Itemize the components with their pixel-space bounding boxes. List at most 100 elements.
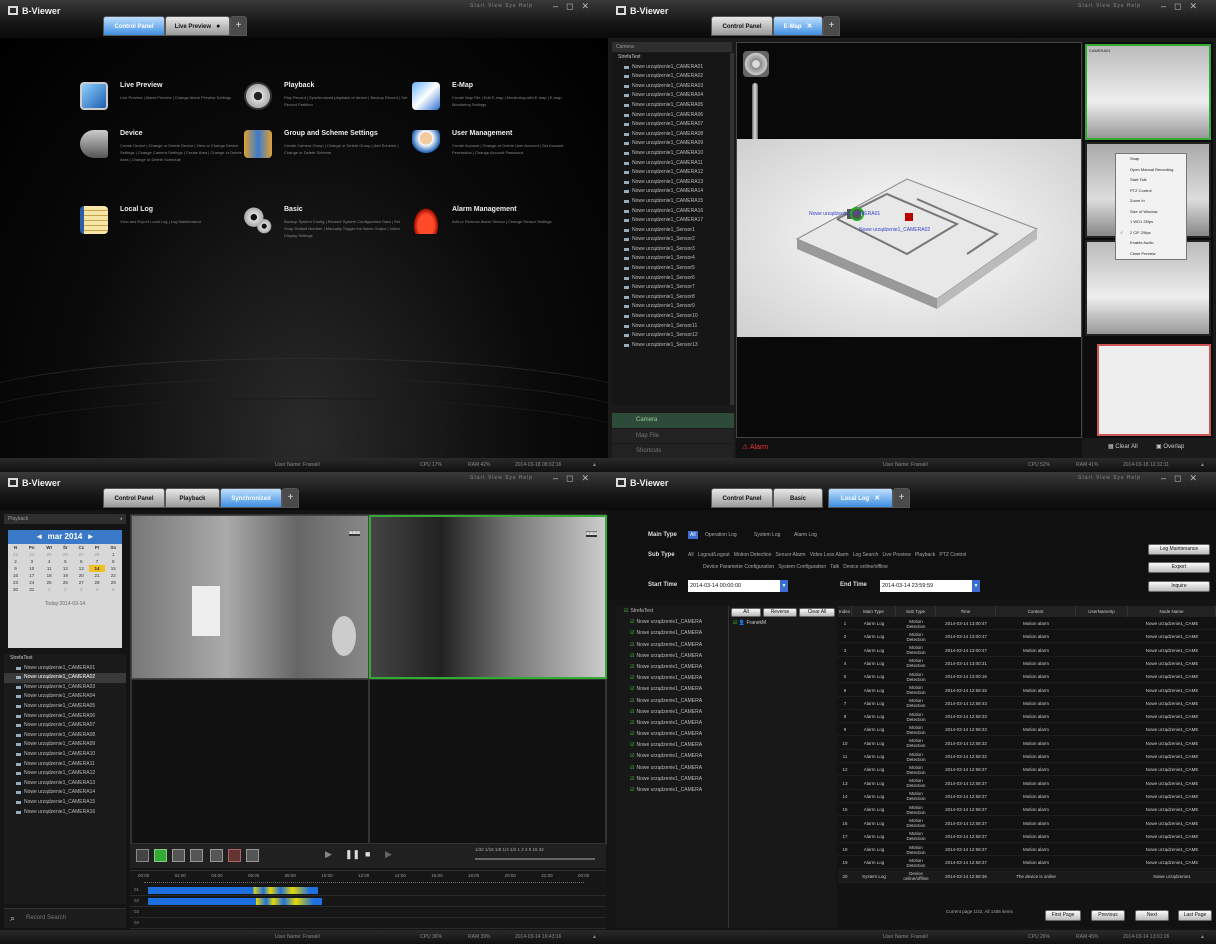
menu-bar[interactable]: Start View Sys Help <box>1078 3 1141 9</box>
record-search[interactable]: ⌕ Record Search <box>4 908 126 928</box>
pause-icon[interactable]: ❚❚ <box>345 849 360 860</box>
tree-sensor-item[interactable]: Nowe urządzenie1_Sensor5 <box>612 264 730 274</box>
video-pane[interactable] <box>369 679 607 845</box>
table-column-header[interactable]: Sub Type <box>896 606 936 617</box>
tree-sensor-item[interactable]: Nowe urządzenie1_Sensor8 <box>612 293 730 303</box>
layout-1-button[interactable] <box>136 849 149 862</box>
tree-camera-item[interactable]: Nowe urządzenie1_CAMERA16 <box>4 808 126 818</box>
tree-camera-item[interactable]: Nowe urządzenie1_CAMERA <box>616 651 728 662</box>
calendar-day[interactable]: 23 <box>8 579 23 586</box>
window-controls[interactable]: – ◻ ✕ <box>1153 1 1197 12</box>
calendar-day[interactable]: 5 <box>58 558 73 565</box>
tree-camera-item[interactable]: Nowe urządzenie1_CAMERA <box>616 718 728 729</box>
close-icon[interactable]: ✕ <box>874 495 880 502</box>
table-row[interactable]: 18 Alarm Log Motion Detection 2014-03-14 12… <box>838 843 1216 857</box>
calendar-day[interactable]: 14 <box>89 565 105 572</box>
calendar-day[interactable]: 15 <box>105 565 122 572</box>
table-row[interactable]: 15 Alarm Log Motion Detection 2014-03-14 12… <box>838 803 1216 817</box>
context-menu-item[interactable]: Start Talk <box>1116 175 1186 186</box>
clear-all-button[interactable]: ▦ Clear All <box>1108 443 1138 450</box>
previous-button[interactable]: Previous <box>1091 910 1125 921</box>
calendar-day[interactable]: 26 <box>58 579 73 586</box>
calendar-day[interactable]: 5 <box>105 586 122 593</box>
tree-camera-item[interactable]: Nowe urządzenie1_CAMERA <box>616 729 728 740</box>
tree-camera-item[interactable]: Nowe urządzenie1_CAMERA05 <box>612 101 730 111</box>
tab-control-panel[interactable]: Control Panel <box>711 488 773 508</box>
context-menu-item[interactable]: Close Preview <box>1116 249 1186 260</box>
calendar-day[interactable]: 1 <box>40 586 57 593</box>
expand-icon[interactable]: ▲ <box>592 458 597 472</box>
tree-camera-item[interactable]: Nowe urządzenie1_CAMERA <box>616 740 728 751</box>
calendar-day[interactable]: 26 <box>58 551 73 558</box>
add-tab-button[interactable]: + <box>893 488 910 508</box>
table-row[interactable]: 11 Alarm Log Motion Detection 2014-03-14 12… <box>838 750 1216 763</box>
table-column-header[interactable]: Node Name <box>1128 606 1216 617</box>
table-row[interactable]: 7 Alarm Log Motion Detection 2014-03-14 12:… <box>838 697 1216 710</box>
calendar-day[interactable]: 3 <box>23 558 40 565</box>
tree-sensor-item[interactable]: Nowe urządzenie1_Sensor2 <box>612 235 730 245</box>
calendar-day[interactable]: 24 <box>23 579 40 586</box>
tree-camera-item[interactable]: Nowe urządzenie1_CAMERA08 <box>4 731 126 741</box>
main-type-operation[interactable]: Operation Log <box>705 532 737 538</box>
tree-camera-item[interactable]: Nowe urządzenie1_CAMERA02 <box>612 72 730 82</box>
calendar-day[interactable]: 23 <box>8 551 23 558</box>
calendar-day[interactable]: 4 <box>89 586 104 593</box>
calendar-grid[interactable]: N Pn Wt Śr Cz Pt So 23 24 25 26 27 28 1 2 3 4 5 6 7 8 9 10 11 12… <box>8 544 122 593</box>
close-icon[interactable]: ● <box>216 23 220 30</box>
tab-control-panel[interactable]: Control Panel <box>711 16 773 36</box>
tree-sensor-item[interactable]: Nowe urządzenie1_Sensor12 <box>612 331 730 341</box>
tree-camera-item[interactable]: Nowe urządzenie1_CAMERA05 <box>4 702 126 712</box>
fullscreen-button[interactable] <box>210 849 223 862</box>
tab-live-preview[interactable]: Live Preview ● <box>165 16 230 36</box>
window-controls[interactable]: – ◻ ✕ <box>1153 473 1197 484</box>
side-tab-shortcuts[interactable]: Shortcuts <box>612 444 734 458</box>
sub-type-options[interactable]: All Logout/Logout Motion Detection Senso… <box>688 552 966 558</box>
calendar-day[interactable]: 31 <box>23 586 40 593</box>
map-viewport[interactable]: Nowe urządzenie1_CAMERA01 Nowe urządzeni… <box>736 42 1082 438</box>
tree-camera-item[interactable]: Nowe urządzenie1_CAMERA11 <box>612 159 730 169</box>
next-month-button[interactable]: ► <box>87 532 95 541</box>
table-row[interactable]: 8 Alarm Log Motion Detection 2014-03-14 12:… <box>838 710 1216 724</box>
tree-root[interactable]: StrefaTest <box>612 53 730 63</box>
tree-root[interactable]: StrefaTest <box>4 654 126 664</box>
context-menu-item[interactable]: Size of Window <box>1116 207 1186 218</box>
speed-scale[interactable]: 1/32 1/16 1/8 1/4 1/2 1 2 4 8 16 32 <box>475 847 544 852</box>
window-controls[interactable]: – ◻ ✕ <box>545 1 589 12</box>
calendar-day[interactable]: 17 <box>23 572 40 579</box>
tree-camera-item[interactable]: Nowe urządzenie1_CAMERA07 <box>612 120 730 130</box>
context-menu-item[interactable]: 1 WD1 25fps <box>1116 217 1186 228</box>
calendar-day[interactable]: 25 <box>40 579 57 586</box>
tree-camera-item[interactable]: Nowe urządzenie1_CAMERA12 <box>612 168 730 178</box>
filter-clear-all-button[interactable]: Clear All <box>799 608 835 617</box>
timeline-track[interactable]: 01 <box>130 885 606 896</box>
tree-camera-item[interactable]: Nowe urządzenie1_CAMERA01 <box>4 664 126 674</box>
table-column-header[interactable]: UserName/Ip <box>1076 606 1128 617</box>
context-menu-item[interactable]: Enable Audio <box>1116 238 1186 249</box>
map-camera-label[interactable]: Nowe urządzenie1_CAMERA01 <box>809 211 880 217</box>
timeline[interactable]: 00:00 02:00 04:00 06:00 08:00 10:00 12:00 14:00… <box>130 870 606 929</box>
calendar-day[interactable]: 11 <box>40 565 57 572</box>
speed-slider[interactable] <box>475 858 595 860</box>
tree-camera-item[interactable]: Nowe urządzenie1_CAMERA <box>616 707 728 718</box>
table-column-header[interactable]: Main Type <box>852 606 896 617</box>
tree-camera-item[interactable]: Nowe urządzenie1_CAMERA13 <box>612 178 730 188</box>
calendar-day[interactable]: 25 <box>40 551 57 558</box>
calendar-day[interactable]: 27 <box>73 551 90 558</box>
tree-camera-item[interactable]: Nowe urządzenie1_CAMERA02 <box>4 673 126 683</box>
table-column-header[interactable]: Index <box>838 606 852 617</box>
last-page-button[interactable]: Last Page <box>1178 910 1212 921</box>
calendar-day[interactable]: 6 <box>73 558 90 565</box>
tree-camera-item[interactable]: Nowe urządzenie1_CAMERA03 <box>4 683 126 693</box>
calendar-day[interactable]: 19 <box>58 572 73 579</box>
recording-bar[interactable] <box>148 898 322 905</box>
camera-tree[interactable]: StrefaTest Nowe urządzenie1_CAMERA01 Nowe … <box>612 53 730 405</box>
step-icon[interactable]: ▶ <box>385 849 392 860</box>
calendar-day[interactable]: 8 <box>105 558 122 565</box>
window-controls[interactable]: – ◻ ✕ <box>545 473 589 484</box>
expand-icon[interactable]: ▲ <box>592 930 597 944</box>
calendar-day[interactable]: 13 <box>73 565 90 572</box>
tree-camera-item[interactable]: Nowe urządzenie1_CAMERA <box>616 774 728 785</box>
table-row[interactable]: 2 Alarm Log Motion Detection 2014-03-14 13:… <box>838 630 1216 644</box>
table-row[interactable]: 4 Alarm Log Motion Detection 2014-03-14 13:… <box>838 657 1216 670</box>
tree-camera-item[interactable]: Nowe urządzenie1_CAMERA04 <box>4 692 126 702</box>
